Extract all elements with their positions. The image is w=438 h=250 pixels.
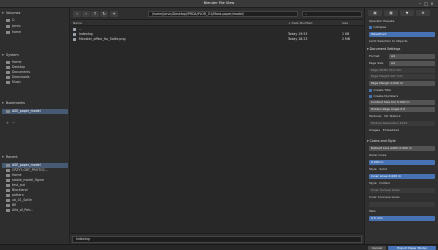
textures-row[interactable]: Textures No Texture xyxy=(369,114,437,119)
image-file-icon xyxy=(73,38,76,41)
folder-icon xyxy=(6,188,10,192)
window-title: Blender File View xyxy=(203,1,235,5)
filter-button[interactable]: ▼ xyxy=(400,10,414,16)
options-panel: ▦ ▩ ▼ ⚙ Operator Presets Collapse Wavefr… xyxy=(364,8,438,244)
inner-lines-field[interactable]: Inner Lines 0.000 m xyxy=(369,174,435,179)
search-input[interactable]: ⌕ xyxy=(302,11,362,17)
cancel-button[interactable]: Cancel xyxy=(368,246,386,250)
music-icon xyxy=(6,80,10,84)
format-field[interactable]: A4 xyxy=(389,54,435,59)
checkbox-icon xyxy=(369,94,372,98)
path-input[interactable]: /home/jarvis/Desktop/IPRDA/PLOR_O1/Mask.… xyxy=(148,11,298,17)
create-numbers-checkbox[interactable]: Create Numbers xyxy=(369,94,437,99)
forward-button[interactable]: › xyxy=(82,11,90,17)
outer-lines-row: Outer Lines xyxy=(369,153,387,157)
folder-icon xyxy=(6,183,10,187)
back-button[interactable]: ‹ xyxy=(73,11,81,17)
file-name: Monster_office_for_Sallie.png xyxy=(79,37,126,41)
inner-style-row[interactable]: Style Dotted xyxy=(369,181,437,186)
export-paper-model-button[interactable]: Export Paper Model xyxy=(388,246,436,250)
bookmark-item[interactable]: ASE_paper_model xyxy=(2,109,68,114)
page-height-field[interactable]: Page Height 297 mm xyxy=(369,74,435,79)
folder-icon xyxy=(6,173,10,177)
status-bar: Cancel Export Paper Model xyxy=(0,244,438,250)
tabs-field[interactable]: 0.5 mm xyxy=(369,216,435,221)
system-item[interactable]: Music xyxy=(6,80,68,85)
file-date: Today 18:23 xyxy=(288,37,308,41)
downloads-icon xyxy=(6,75,10,79)
file-size: 2 MB xyxy=(342,37,350,41)
system-header[interactable]: ▾ System xyxy=(2,52,68,58)
style-row[interactable]: Style Solid xyxy=(369,167,437,172)
view-controls: ▦ ▩ ▼ ⚙ xyxy=(366,9,438,17)
maximize-icon[interactable]: □ xyxy=(424,2,428,6)
folder-icon xyxy=(6,203,10,207)
document-settings-header[interactable]: ▾ Document Settings xyxy=(367,46,437,52)
inner-concave-field[interactable] xyxy=(369,202,435,207)
file-icon xyxy=(73,33,76,36)
column-size[interactable]: Size xyxy=(342,20,348,26)
refresh-button[interactable]: ↻ xyxy=(100,11,108,17)
documents-icon xyxy=(6,70,10,74)
folder-icon xyxy=(6,109,10,113)
recent-item[interactable]: Alfa_of_Peir... xyxy=(6,208,68,213)
filename-input[interactable]: Indexing xyxy=(72,236,362,243)
desktop-icon xyxy=(6,65,10,69)
folder-up-icon xyxy=(73,28,76,31)
limit-selection-label: Limit Selection to Objects xyxy=(369,39,408,43)
page-width-field[interactable]: Page Width 210 mm xyxy=(369,68,435,73)
collapse-row[interactable]: Collapse xyxy=(369,25,437,30)
inner-concave-row: Inner Concave Lines xyxy=(369,195,400,199)
volume-item[interactable]: C: xyxy=(6,18,68,23)
thumbnail-button[interactable]: ▩ xyxy=(384,10,398,16)
checkbox-icon xyxy=(369,88,372,92)
operator-presets-row[interactable]: Operator Presets xyxy=(369,19,437,24)
checkbox-icon xyxy=(369,25,372,29)
bookmarks-header[interactable]: ▾ Bookmarks xyxy=(2,100,68,106)
format-selector[interactable]: Wavefront xyxy=(369,32,435,37)
bookmark-tools[interactable]: + − xyxy=(6,121,15,126)
file-row[interactable]: Monster_office_for_Sallie.png Today 18:2… xyxy=(70,37,364,42)
file-list: Name ↓ Date Modified Size .. Indexing To… xyxy=(70,20,364,233)
folder-icon xyxy=(6,178,10,182)
display-mode-button[interactable]: ▦ xyxy=(368,10,382,16)
folder-icon xyxy=(6,208,10,212)
volumes-header[interactable]: ▾ Volumes xyxy=(2,10,68,16)
parent-directory-button[interactable]: ↑ xyxy=(91,11,99,17)
column-date[interactable]: ↓ Date Modified xyxy=(288,20,312,26)
create-title-checkbox[interactable]: Create Title xyxy=(369,88,437,93)
volume-item[interactable]: Jarvis xyxy=(6,24,68,29)
volume-item[interactable]: home xyxy=(6,30,68,35)
folder-icon xyxy=(6,168,10,172)
drive-icon xyxy=(6,30,10,34)
folder-icon xyxy=(6,163,10,167)
hidden-angle-field[interactable]: Hidden Page Angle 0.0 xyxy=(369,107,435,112)
outer-lines-field[interactable]: 0.000 m xyxy=(369,160,435,165)
inner-convex-field[interactable]: Inner Convex Lines xyxy=(369,188,435,193)
drive-icon xyxy=(6,24,10,28)
images-row[interactable]: Images Embedded xyxy=(369,128,437,133)
minimize-icon[interactable]: – xyxy=(418,2,422,6)
close-icon[interactable]: × xyxy=(430,2,434,6)
content-size-field[interactable]: Content Size Cm 0.000 m xyxy=(369,100,435,105)
folder-icon xyxy=(6,193,10,197)
filename-bar: Indexing xyxy=(70,233,364,244)
left-panel: ▾ Volumes C: Jarvis home ▾ System Home Des… xyxy=(0,8,70,244)
column-name[interactable]: Name xyxy=(73,20,82,26)
toolbar: ‹ › ↑ ↻ + /home/jarvis/Desktop/IPRDA/PLO… xyxy=(70,8,364,20)
recent-header[interactable]: ▾ Recent xyxy=(2,154,68,160)
page-margin-field[interactable]: Page Margin 0.000 m xyxy=(369,81,435,86)
home-icon xyxy=(6,60,10,64)
settings-button[interactable]: ⚙ xyxy=(416,10,430,16)
folder-icon xyxy=(6,198,10,202)
title-bar: Blender File View – □ × xyxy=(0,0,438,8)
column-header: Name ↓ Date Modified Size xyxy=(70,20,364,26)
texture-resolution-field[interactable]: Texture Resolution 1024 xyxy=(369,121,435,126)
new-folder-button[interactable]: + xyxy=(110,11,118,17)
tabs-row: Tabs xyxy=(369,209,376,213)
drive-icon xyxy=(6,18,10,22)
colors-style-header[interactable]: ▾ Colors and Style xyxy=(367,138,437,144)
page-size-field[interactable]: A4 xyxy=(389,61,435,66)
default-line-width-field[interactable]: Default Line width 0.000 m xyxy=(369,146,435,151)
